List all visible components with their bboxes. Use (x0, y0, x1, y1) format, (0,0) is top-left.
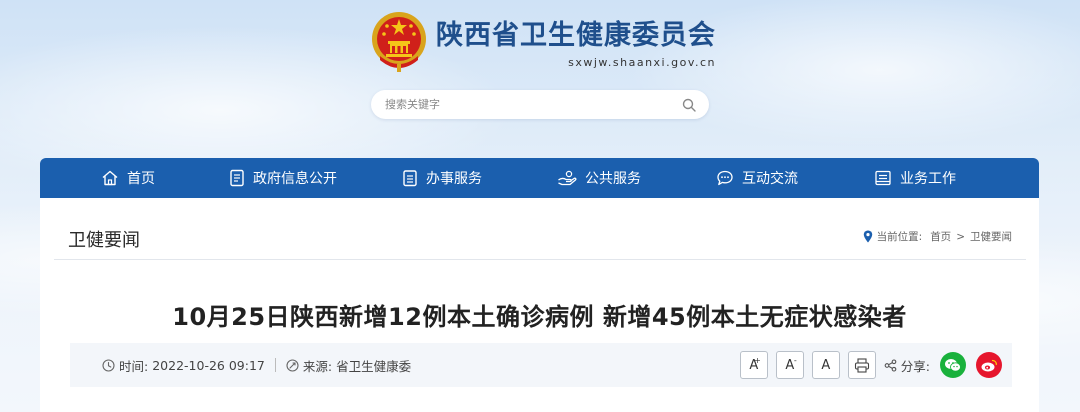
section-title: 卫健要闻 (68, 230, 140, 251)
source-label: 来源: (302, 358, 333, 374)
nav-item-public-services[interactable]: 公共服务 (557, 158, 641, 198)
share-wechat-button[interactable] (940, 352, 966, 378)
printer-icon (854, 357, 869, 373)
breadcrumb: 当前位置: 首页 > 卫健要闻 (863, 229, 1012, 244)
content-panel: 卫健要闻 当前位置: 首页 > 卫健要闻 10月25日陕西新增12例本土确诊病例… (40, 198, 1039, 412)
meta-divider (274, 358, 276, 372)
search-input[interactable] (385, 98, 681, 111)
source-icon (286, 358, 299, 372)
font-default-button[interactable]: A (811, 351, 840, 379)
font-smaller-label: A (785, 357, 795, 373)
site-name: 陕西省卫生健康委员会 (436, 20, 716, 51)
share-icon (884, 358, 897, 372)
breadcrumb-separator: > (956, 230, 965, 243)
search-box (371, 90, 709, 119)
nav-label: 业务工作 (900, 171, 956, 187)
print-button[interactable] (847, 351, 876, 379)
breadcrumb-current[interactable]: 卫健要闻 (970, 229, 1012, 244)
nav-item-interaction[interactable]: 互动交流 (716, 158, 798, 198)
nav-item-services[interactable]: 办事服务 (402, 158, 482, 198)
share-label-text: 分享: (900, 358, 930, 374)
document-list-icon (230, 169, 244, 187)
nav-label: 公共服务 (585, 171, 641, 187)
weibo-icon (981, 359, 997, 371)
font-larger-mark: + (754, 356, 761, 365)
share-label: 分享: (884, 356, 930, 375)
breadcrumb-home[interactable]: 首页 (930, 229, 951, 244)
site-header: 陕西省卫生健康委员会 sxwjw.shaanxi.gov.cn (370, 8, 720, 74)
article-meta-bar: 时间: 2022-10-26 09:17 来源: 省卫生健康委 A + A - … (70, 343, 1012, 387)
nav-label: 首页 (127, 171, 155, 187)
source-value: 省卫生健康委 (336, 358, 412, 374)
site-domain: sxwjw.shaanxi.gov.cn (568, 56, 716, 69)
hand-service-icon (558, 170, 577, 186)
briefcase-icon (875, 170, 891, 186)
wechat-icon (945, 358, 961, 372)
font-smaller-mark: - (793, 356, 797, 365)
clock-icon (102, 358, 115, 372)
chat-icon (717, 170, 733, 186)
main-nav: 首页 政府信息公开 办事服务 公共服务 互动交流 业务工作 (40, 158, 1039, 198)
nav-item-home[interactable]: 首页 (101, 158, 155, 198)
font-default-label: A (821, 357, 831, 373)
font-smaller-button[interactable]: A - (775, 351, 804, 379)
national-emblem-icon (372, 12, 426, 72)
search-button[interactable] (681, 97, 697, 113)
section-header: 卫健要闻 当前位置: 首页 > 卫健要闻 (54, 216, 1026, 260)
time-label: 时间: (119, 358, 149, 374)
clipboard-icon (403, 170, 417, 187)
share-weibo-button[interactable] (976, 352, 1002, 378)
location-pin-icon (863, 230, 872, 243)
article-tools: A + A - A 分享: (739, 350, 1012, 380)
nav-label: 互动交流 (742, 171, 798, 187)
home-icon (102, 170, 118, 186)
nav-label: 办事服务 (426, 171, 482, 187)
nav-label: 政府信息公开 (253, 171, 337, 187)
font-larger-button[interactable]: A + (739, 351, 768, 379)
article-meta: 时间: 2022-10-26 09:17 来源: 省卫生健康委 (102, 356, 411, 375)
nav-item-work[interactable]: 业务工作 (874, 158, 956, 198)
search-icon (682, 98, 696, 112)
nav-item-gov-info[interactable]: 政府信息公开 (229, 158, 337, 198)
breadcrumb-label: 当前位置: (876, 231, 923, 243)
article-title: 10月25日陕西新增12例本土确诊病例 新增45例本土无症状感染者 (172, 303, 907, 331)
time-value: 2022-10-26 09:17 (152, 357, 265, 373)
